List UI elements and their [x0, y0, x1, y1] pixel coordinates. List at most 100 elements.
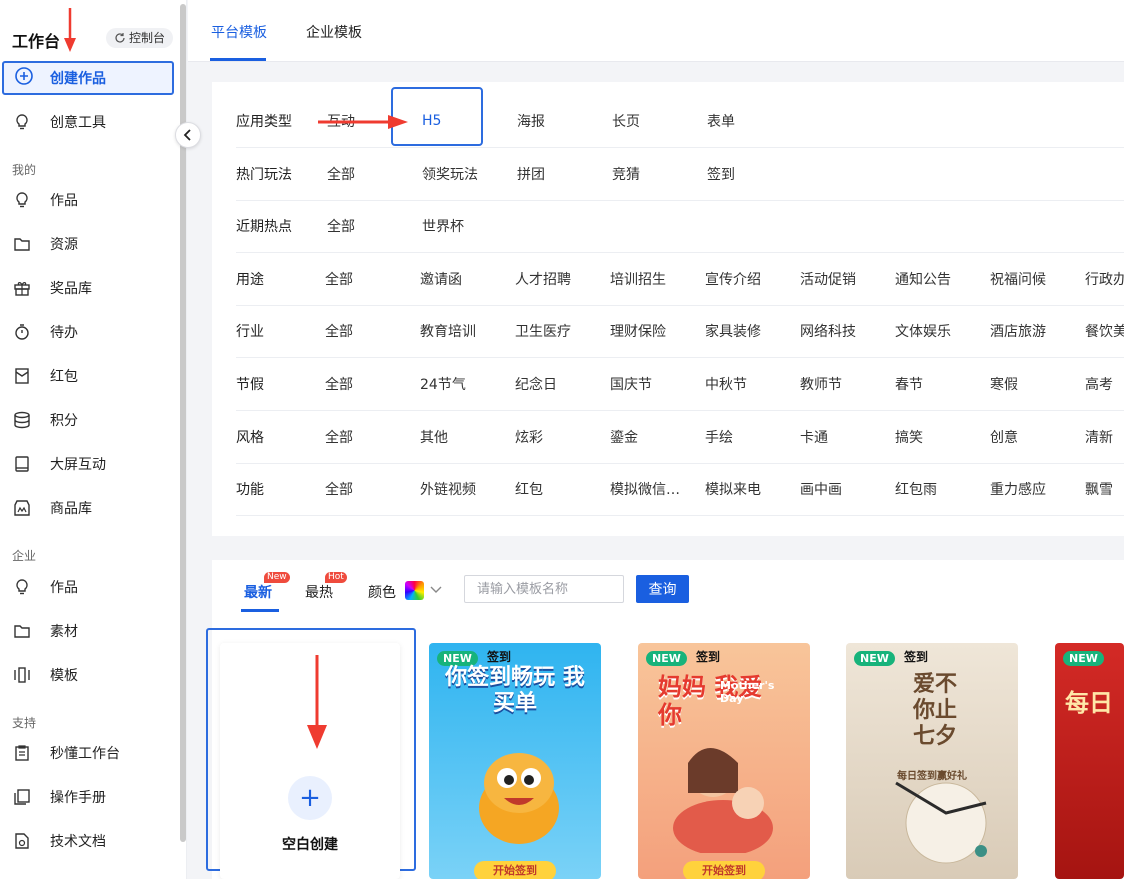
- filter-option[interactable]: 全部: [325, 306, 353, 358]
- filter-option[interactable]: 培训招生: [610, 254, 666, 306]
- filter-option[interactable]: 中秋节: [705, 359, 747, 411]
- filter-option[interactable]: 全部: [325, 359, 353, 411]
- filter-option[interactable]: 手绘: [705, 412, 733, 464]
- filter-option[interactable]: 模拟微信…: [610, 464, 680, 516]
- filter-label: 功能: [236, 482, 264, 498]
- filter-option[interactable]: 春节: [895, 359, 923, 411]
- filter-option[interactable]: 清新: [1085, 412, 1113, 464]
- sidebar-item-quick-guide[interactable]: 秒懂工作台: [0, 738, 180, 768]
- sidebar-item-templates[interactable]: 模板: [0, 660, 180, 690]
- sidebar-item-label: 积分: [50, 413, 78, 429]
- sidebar-item-resources[interactable]: 资源: [0, 229, 180, 259]
- sidebar-item-manual[interactable]: 操作手册: [0, 782, 180, 812]
- filter-option[interactable]: 餐饮美: [1085, 306, 1124, 358]
- tab-platform-templates[interactable]: 平台模板: [211, 22, 267, 42]
- template-subtitle: 每日签到赢好礼: [897, 771, 967, 782]
- tab-enterprise-templates[interactable]: 企业模板: [306, 22, 362, 42]
- filter-option[interactable]: 全部: [325, 412, 353, 464]
- filter-option[interactable]: 邀请函: [420, 254, 462, 306]
- sidebar-item-tech-docs[interactable]: 技术文档: [0, 826, 180, 856]
- template-card[interactable]: NEW 每日: [1055, 643, 1124, 879]
- filter-option[interactable]: 创意: [990, 412, 1018, 464]
- filter-option[interactable]: 寒假: [990, 359, 1018, 411]
- filter-option[interactable]: 卫生医疗: [515, 306, 571, 358]
- filter-option[interactable]: 搞笑: [895, 412, 923, 464]
- filter-option[interactable]: 行政办: [1085, 254, 1124, 306]
- filter-option[interactable]: 签到: [707, 149, 735, 201]
- sidebar-item-todo[interactable]: 待办: [0, 317, 180, 347]
- filter-option[interactable]: 祝福问候: [990, 254, 1046, 306]
- filter-option[interactable]: 宣传介绍: [705, 254, 761, 306]
- sidebar-item-points[interactable]: 积分: [0, 405, 180, 435]
- sidebar-item-enterprise-works[interactable]: 作品: [0, 572, 180, 602]
- create-work-button[interactable]: 创建作品: [2, 61, 174, 95]
- filter-option[interactable]: 长页: [612, 96, 640, 148]
- filter-option[interactable]: 全部: [327, 201, 355, 253]
- filter-option[interactable]: 其他: [420, 412, 448, 464]
- filter-option[interactable]: 红包: [515, 464, 543, 516]
- filter-option[interactable]: 竞猜: [612, 149, 640, 201]
- filter-option[interactable]: 酒店旅游: [990, 306, 1046, 358]
- filter-option[interactable]: 理财保险: [610, 306, 666, 358]
- filter-option[interactable]: 炫彩: [515, 412, 543, 464]
- filter-option[interactable]: 红包雨: [895, 464, 937, 516]
- sidebar-item-big-screen[interactable]: 大屏互动: [0, 449, 180, 479]
- filter-option[interactable]: 教育培训: [420, 306, 476, 358]
- template-card[interactable]: NEW 签到 你签到畅玩 我买单 开始签到: [429, 643, 601, 879]
- filter-option[interactable]: 世界杯: [422, 201, 464, 253]
- refresh-icon: [115, 33, 125, 43]
- filter-option[interactable]: 飘雪: [1085, 464, 1113, 516]
- category-tag: 签到: [487, 650, 512, 664]
- filter-option[interactable]: 活动促销: [800, 254, 856, 306]
- filter-option[interactable]: 文体娱乐: [895, 306, 951, 358]
- filter-option[interactable]: 鎏金: [610, 412, 638, 464]
- filter-option[interactable]: 24节气: [420, 359, 466, 411]
- filter-option[interactable]: 领奖玩法: [422, 149, 478, 201]
- filter-option[interactable]: 高考: [1085, 359, 1113, 411]
- filter-option[interactable]: 网络科技: [800, 306, 856, 358]
- filter-option[interactable]: 模拟来电: [705, 464, 761, 516]
- sidebar-item-works[interactable]: 作品: [0, 185, 180, 215]
- filter-option[interactable]: 家具装修: [705, 306, 761, 358]
- filter-option[interactable]: 外链视频: [420, 464, 476, 516]
- sidebar-item-label: 秒懂工作台: [50, 746, 120, 762]
- filter-option[interactable]: 教师节: [800, 359, 842, 411]
- document-icon: [12, 831, 32, 851]
- new-tag: NEW: [437, 651, 478, 666]
- tab-latest[interactable]: 最新: [244, 582, 272, 602]
- sidebar-item-products[interactable]: 商品库: [0, 493, 180, 523]
- filter-option[interactable]: 国庆节: [610, 359, 652, 411]
- filter-option[interactable]: 纪念日: [515, 359, 557, 411]
- filter-option[interactable]: 通知公告: [895, 254, 951, 306]
- filter-option[interactable]: 海报: [517, 96, 545, 148]
- filter-option[interactable]: 人才招聘: [515, 254, 571, 306]
- template-card[interactable]: NEW 签到 妈妈 我爱你 Mother's Day 开始签到: [638, 643, 810, 879]
- console-button[interactable]: 控制台: [106, 28, 174, 48]
- filter-option[interactable]: 全部: [325, 464, 353, 516]
- filter-option[interactable]: 表单: [707, 96, 735, 148]
- filter-option[interactable]: 卡通: [800, 412, 828, 464]
- active-sort-indicator: [241, 609, 279, 612]
- filter-option[interactable]: 画中画: [800, 464, 842, 516]
- tab-hottest[interactable]: 最热: [305, 582, 333, 602]
- sidebar-item-prizes[interactable]: 奖品库: [0, 273, 180, 303]
- sidebar-item-creative-tools[interactable]: 创意工具: [0, 107, 180, 137]
- template-card[interactable]: NEW 签到 爱不你止七夕 每日签到赢好礼: [846, 643, 1018, 879]
- filter-option-h5[interactable]: H5: [422, 113, 441, 129]
- template-search-input[interactable]: [464, 575, 624, 603]
- sidebar-item-label: 资源: [50, 237, 78, 253]
- filter-label: 应用类型: [236, 114, 292, 130]
- chevron-down-icon[interactable]: [430, 586, 442, 594]
- add-circle-icon: [14, 66, 34, 90]
- filter-option[interactable]: 全部: [325, 254, 353, 306]
- sidebar-item-materials[interactable]: 素材: [0, 616, 180, 646]
- search-button[interactable]: 查询: [636, 575, 689, 603]
- color-picker[interactable]: [405, 581, 424, 600]
- filter-option[interactable]: 拼团: [517, 149, 545, 201]
- filter-option[interactable]: 全部: [327, 149, 355, 201]
- filter-option[interactable]: 重力感应: [990, 464, 1046, 516]
- collapse-sidebar-button[interactable]: [175, 122, 201, 148]
- sidebar-item-red-packet[interactable]: 红包: [0, 361, 180, 391]
- new-tag: NEW: [854, 651, 895, 666]
- chevron-left-icon: [183, 129, 191, 141]
